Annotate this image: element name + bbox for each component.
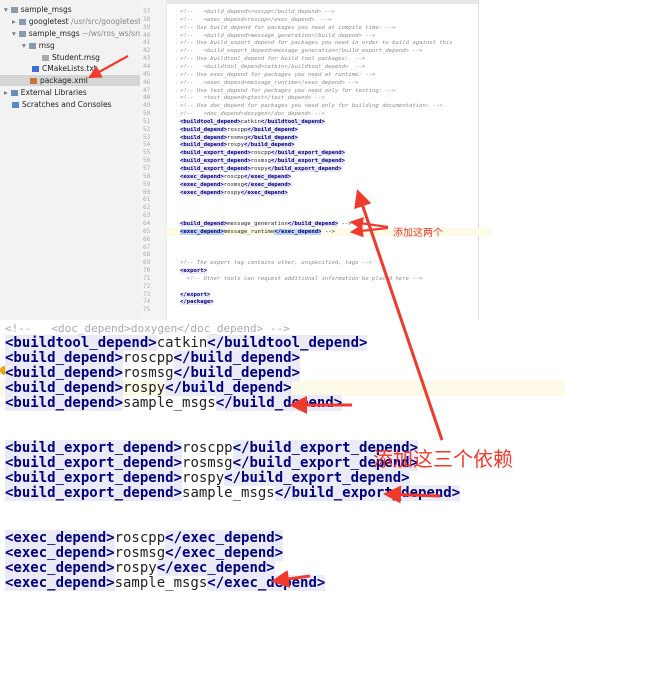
arrow-exec-sample <box>271 570 311 588</box>
annotation-add-three: 添加这三个依赖 <box>373 447 513 471</box>
annotation-arrows <box>88 55 444 588</box>
annotation-add-two: 添加这两个 <box>393 228 443 239</box>
arrow-export-sample <box>383 485 441 504</box>
arrow-to-package-xml <box>88 55 129 79</box>
